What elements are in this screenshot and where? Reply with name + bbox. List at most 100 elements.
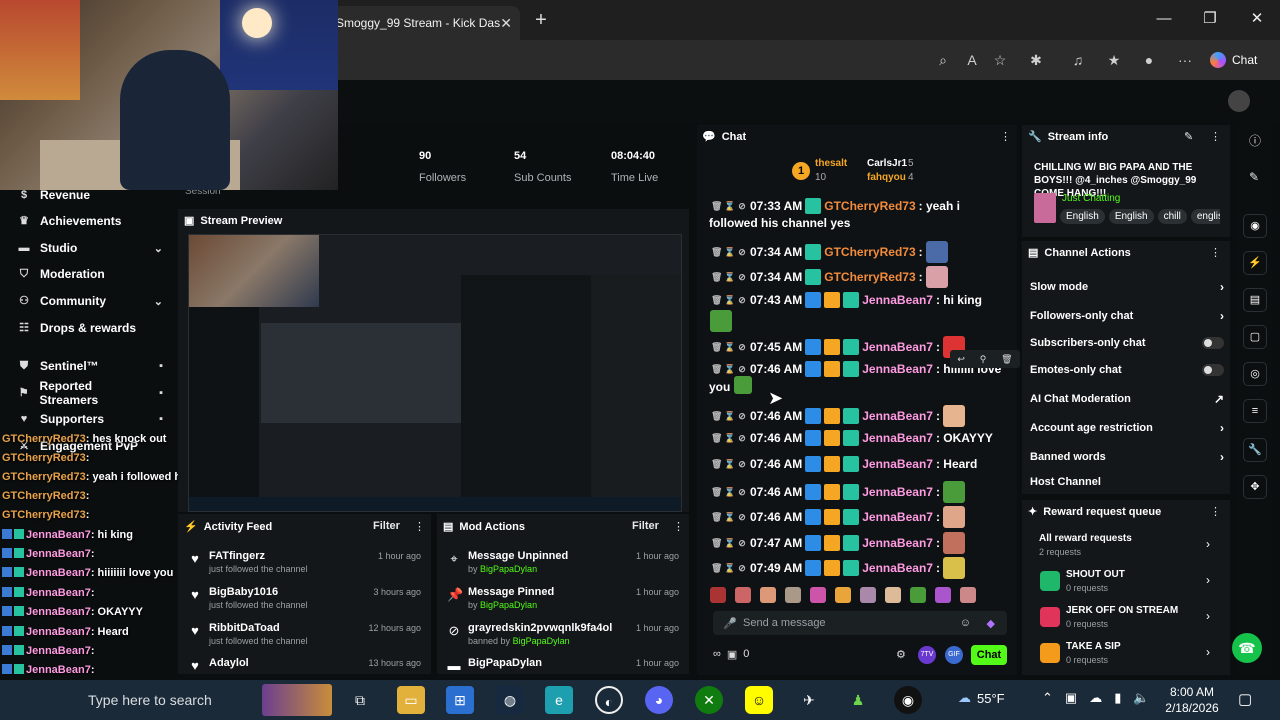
support-chat-icon[interactable]: ☎ xyxy=(1232,633,1262,663)
reward-row[interactable]: JERK OFF ON STREAM 0 requests › xyxy=(1030,605,1220,635)
emotes-only-toggle[interactable] xyxy=(1202,364,1224,376)
emote[interactable] xyxy=(785,587,801,603)
more-options-icon[interactable]: ⋮ xyxy=(1210,246,1221,259)
emote[interactable] xyxy=(760,587,776,603)
emotes-only-row[interactable]: Emotes-only chat xyxy=(1030,364,1224,376)
sidebar-item-community[interactable]: ⚇ Community ⌄ xyxy=(0,288,175,314)
emote[interactable] xyxy=(735,587,751,603)
browser-tab[interactable]: Smoggy_99 Stream - Kick Das ✕ xyxy=(330,6,520,40)
stream-preview-video[interactable] xyxy=(188,234,682,512)
taskbar-clock[interactable]: 8:00 AM 2/18/2026 xyxy=(1157,684,1227,716)
task-view-icon[interactable]: ⧉ xyxy=(346,686,374,714)
chess-icon[interactable]: ♟ xyxy=(844,686,872,714)
rail-camera-icon[interactable]: ◉ xyxy=(1243,214,1267,238)
send-chat-button[interactable]: Chat xyxy=(971,645,1007,665)
more-options-icon[interactable]: ⋮ xyxy=(673,520,684,533)
more-options-icon[interactable]: ⋮ xyxy=(1000,130,1011,143)
more-menu-icon[interactable]: ··· xyxy=(1175,50,1195,70)
store-icon[interactable]: ⊞ xyxy=(446,686,474,714)
edge-icon[interactable]: e xyxy=(545,686,573,714)
sidebar-item-drops[interactable]: ☷ Drops & rewards xyxy=(0,315,175,341)
copilot-button[interactable]: Chat xyxy=(1210,48,1272,72)
emote[interactable] xyxy=(960,587,976,603)
more-options-icon[interactable]: ⋮ xyxy=(1210,505,1221,518)
emote[interactable] xyxy=(885,587,901,603)
emote[interactable] xyxy=(860,587,876,603)
subscribers-only-toggle[interactable] xyxy=(1202,337,1224,349)
zoom-icon[interactable]: ⌕ xyxy=(933,50,953,70)
activity-filter-button[interactable]: Filter xyxy=(373,520,400,532)
delete-icon[interactable]: 🗑 xyxy=(711,201,722,212)
sidebar-item-reported[interactable]: ⚑ Reported Streamers ▪ xyxy=(0,379,175,407)
snapchat-icon[interactable]: ☺ xyxy=(745,686,773,714)
battery-icon[interactable]: ▮ xyxy=(1114,690,1121,706)
gif-icon[interactable]: GIF xyxy=(945,646,963,664)
read-aloud-icon[interactable]: A xyxy=(962,50,982,70)
chat-message[interactable]: 🗑 ⌛ ⊘ 07:34 AM GTCherryRed73: xyxy=(711,241,948,263)
discord-icon[interactable]: ◕ xyxy=(645,686,673,714)
media-icon[interactable]: ♫ xyxy=(1068,50,1088,70)
chat-message[interactable]: 🗑 ⌛ ⊘ 07:46 AM JennaBean7: Heard xyxy=(711,456,977,472)
7tv-icon[interactable]: 7TV xyxy=(918,646,936,664)
volume-icon[interactable]: 🔈 xyxy=(1133,690,1149,706)
chat-message[interactable]: 🗑 ⌛ ⊘ 07:46 AM JennaBean7: xyxy=(711,481,965,503)
rail-list-icon[interactable]: ≡ xyxy=(1243,399,1267,423)
emoji-icon[interactable]: ☺ xyxy=(960,617,971,629)
extensions-icon[interactable]: ✱ xyxy=(1026,50,1046,70)
sidebar-item-supporters[interactable]: ♥ Supporters ▪ xyxy=(0,406,175,432)
chat-message[interactable]: 🗑 ⌛ ⊘ 07:33 AM GTCherryRed73: yeah i xyxy=(711,198,960,214)
chat-message[interactable]: 🗑 ⌛ ⊘ 07:46 AM JennaBean7: xyxy=(711,405,965,427)
emote[interactable] xyxy=(835,587,851,603)
more-options-icon[interactable]: ⋮ xyxy=(1210,130,1221,143)
edit-icon[interactable]: ✎ xyxy=(1249,170,1259,184)
reward-row[interactable]: TAKE A SIP 0 requests › xyxy=(1030,641,1220,671)
sidebar-item-moderation[interactable]: ⛉ Moderation xyxy=(0,261,175,287)
host-channel-row[interactable]: Host Channel xyxy=(1030,476,1224,488)
sidebar-item-achievements[interactable]: ♛ Achievements xyxy=(0,208,175,234)
emote[interactable] xyxy=(910,587,926,603)
emote[interactable] xyxy=(810,587,826,603)
rail-chat-icon[interactable]: ▢ xyxy=(1243,325,1267,349)
tray-app-icon[interactable]: ▣ xyxy=(1065,690,1077,706)
chat-message[interactable]: 🗑 ⌛ ⊘ 07:46 AM JennaBean7: xyxy=(711,506,965,528)
new-tab-icon[interactable]: + xyxy=(530,8,552,32)
sidebar-item-sentinel[interactable]: ⛊ Sentinel™ ▪ xyxy=(0,353,175,379)
edit-pencil-icon[interactable]: ✎ xyxy=(1184,130,1193,143)
app-icon[interactable]: ✈ xyxy=(795,686,823,714)
file-explorer-icon[interactable]: ▭ xyxy=(397,686,425,714)
kick-emote-icon[interactable]: ◆ xyxy=(987,617,995,630)
tab-close-icon[interactable]: ✕ xyxy=(500,15,512,32)
close-window-icon[interactable]: ✕ xyxy=(1246,8,1268,30)
chat-input[interactable]: 🎤 Send a message ☺ ◆ xyxy=(713,611,1007,635)
profile-icon[interactable]: ● xyxy=(1139,50,1159,70)
rail-bolt-icon[interactable]: ⚡ xyxy=(1243,251,1267,275)
reward-row[interactable]: SHOUT OUT 0 requests › xyxy=(1030,569,1220,599)
maximize-icon[interactable]: ❐ xyxy=(1199,8,1221,30)
steam-icon[interactable]: ◍ xyxy=(496,686,524,714)
sidebar-item-studio[interactable]: ▬ Studio ⌄ xyxy=(0,235,175,261)
ban-icon[interactable]: ⊘ xyxy=(737,201,747,212)
pin-icon[interactable]: ⚲ xyxy=(980,354,987,365)
xbox-icon[interactable]: ✕ xyxy=(695,686,723,714)
gift-icon[interactable]: ▣ xyxy=(727,648,737,661)
notifications-icon[interactable]: ▢ xyxy=(1238,690,1252,708)
chat-message[interactable]: 🗑 ⌛ ⊘ 07:47 AM JennaBean7: xyxy=(711,532,965,554)
settings-gear-icon[interactable]: ⚙ xyxy=(896,648,906,661)
reply-icon[interactable]: ↩ xyxy=(957,354,965,365)
emote[interactable] xyxy=(935,587,951,603)
ai-moderation-row[interactable]: AI Chat Moderation ↗ xyxy=(1030,392,1224,406)
rail-apps-icon[interactable]: ✥ xyxy=(1243,475,1267,499)
chat-message[interactable]: 🗑 ⌛ ⊘ 07:46 AM JennaBean7: OKAYYY xyxy=(711,430,993,446)
more-options-icon[interactable]: ⋮ xyxy=(414,520,425,533)
recording-app-icon[interactable]: ◉ xyxy=(894,686,922,714)
favorite-star-icon[interactable]: ☆ xyxy=(990,50,1010,70)
onedrive-icon[interactable]: ☁ xyxy=(1089,690,1102,706)
category-name[interactable]: Just Chatting xyxy=(1062,193,1120,204)
obs-icon[interactable]: ◐ xyxy=(595,686,623,714)
rail-broadcast-icon[interactable]: ◎ xyxy=(1243,362,1267,386)
chat-message[interactable]: 🗑 ⌛ ⊘ 07:49 AM JennaBean7: xyxy=(711,557,965,579)
info-icon[interactable]: ⓘ xyxy=(1249,132,1261,149)
weather-widget[interactable]: ☁ 55°F xyxy=(958,690,1005,706)
user-avatar[interactable] xyxy=(1228,90,1250,112)
rail-doc-icon[interactable]: ▤ xyxy=(1243,288,1267,312)
